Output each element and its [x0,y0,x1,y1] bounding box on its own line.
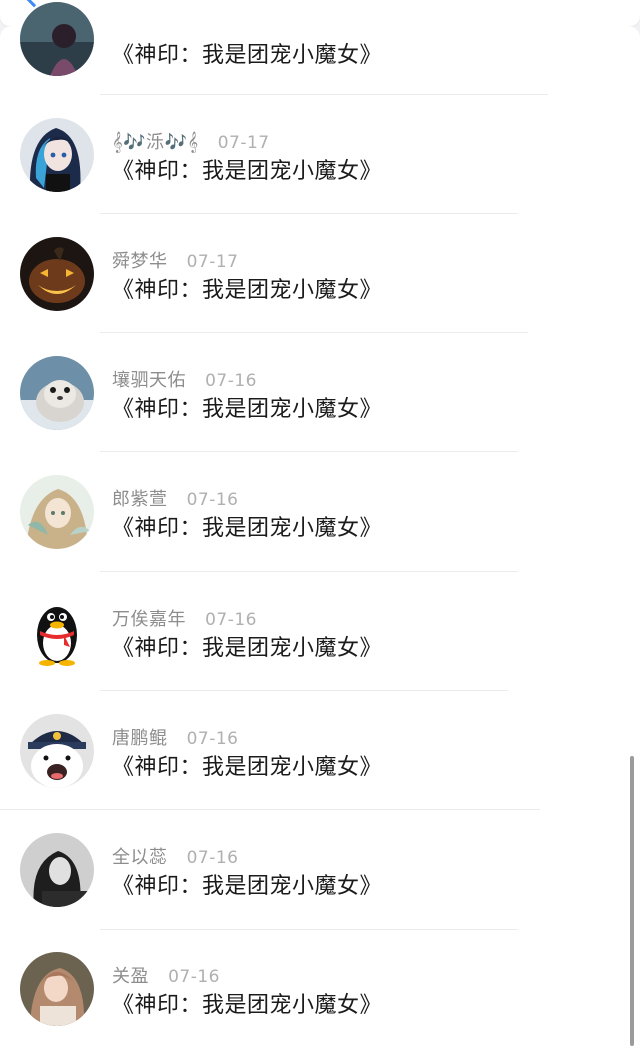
comment-item[interactable]: 万俟嘉年 07-16 《神印：我是团宠小魔女》 [0,595,640,714]
comment-item[interactable]: 关盈 07-16 《神印：我是团宠小魔女》 [0,952,640,1050]
comment-meta: 关盈 07-16 [112,962,220,988]
comment-meta: 壤驷天佑 07-16 [112,366,257,392]
commenter-name[interactable]: 舜梦华 [112,247,168,273]
comment-text: 《神印：我是团宠小魔女》 [112,278,383,303]
comment-item[interactable]: 舜梦华 07-17 《神印：我是团宠小魔女》 [0,237,640,356]
comment-meta: 𝄞🎶泺🎶𝄞 07-17 [112,128,270,154]
comment-item[interactable]: 郎紫萱 07-16 《神印：我是团宠小魔女》 [0,475,640,594]
comment-text: 《神印：我是团宠小魔女》 [112,993,383,1018]
divider [100,451,518,452]
divider [100,571,518,572]
anime-illustration-avatar[interactable] [20,475,94,549]
commenter-name[interactable]: 关盈 [112,962,149,988]
seal-avatar[interactable] [20,356,94,430]
scrollbar[interactable] [630,756,634,1046]
comment-date: 07-16 [205,610,257,630]
comment-date: 07-16 [205,371,257,391]
comment-meta: 全以蕊 07-16 [112,843,239,869]
divider [0,809,540,810]
commenter-name[interactable]: 壤驷天佑 [112,366,186,392]
anime-girl-avatar[interactable] [20,118,94,192]
comment-text: 《神印：我是团宠小魔女》 [112,43,383,68]
comment-meta: 郎紫萱 07-16 [112,485,239,511]
qq-penguin-avatar[interactable] [20,595,94,669]
commenter-name[interactable]: 万俟嘉年 [112,605,186,631]
comment-item[interactable]: 《神印：我是团宠小魔女》 [0,2,640,121]
commenter-name[interactable]: 𝄞🎶泺🎶𝄞 [112,128,199,154]
comment-date: 07-17 [217,133,270,153]
divider [100,690,508,691]
comment-meta: 万俟嘉年 07-16 [112,605,257,631]
comment-meta [112,12,131,36]
pumpkin-avatar[interactable] [20,237,94,311]
comment-date: 07-16 [186,729,239,749]
dark-portrait-avatar[interactable] [20,2,94,76]
comment-text: 《神印：我是团宠小魔女》 [112,636,383,661]
comment-date: 07-16 [186,848,239,868]
comment-item[interactable]: 全以蕊 07-16 《神印：我是团宠小魔女》 [0,833,640,952]
comment-meta: 唐鹏鲲 07-16 [112,724,239,750]
comment-text: 《神印：我是团宠小魔女》 [112,874,383,899]
comment-text: 《神印：我是团宠小魔女》 [112,397,383,422]
comment-item[interactable]: 𝄞🎶泺🎶𝄞 07-17 《神印：我是团宠小魔女》 [0,118,640,237]
bw-portrait-avatar[interactable] [20,833,94,907]
divider [100,213,518,214]
divider [100,332,528,333]
divider [100,94,548,95]
comment-date: 07-16 [168,967,220,987]
comment-item[interactable]: 唐鹏鲲 07-16 《神印：我是团宠小魔女》 [0,714,640,833]
commenter-name[interactable]: 全以蕊 [112,843,168,869]
comment-text: 《神印：我是团宠小魔女》 [112,755,383,780]
comment-meta: 舜梦华 07-17 [112,247,239,273]
comment-item[interactable]: 壤驷天佑 07-16 《神印：我是团宠小魔女》 [0,356,640,475]
comment-text: 《神印：我是团宠小魔女》 [112,516,383,541]
commenter-name[interactable]: 唐鹏鲲 [112,724,168,750]
divider [100,929,518,930]
comment-date: 07-17 [186,252,239,272]
girl-photo-avatar[interactable] [20,952,94,1026]
comment-list[interactable]: 《神印：我是团宠小魔女》 𝄞🎶泺🎶𝄞 07-17 《神印：我是团宠小魔女》 舜梦… [0,2,640,1050]
comment-text: 《神印：我是团宠小魔女》 [112,159,383,184]
cartoon-bear-avatar[interactable] [20,714,94,788]
comment-screen: 《神印：我是团宠小魔女》 𝄞🎶泺🎶𝄞 07-17 《神印：我是团宠小魔女》 舜梦… [0,0,640,1050]
comment-date: 07-16 [186,490,239,510]
commenter-name[interactable]: 郎紫萱 [112,485,168,511]
